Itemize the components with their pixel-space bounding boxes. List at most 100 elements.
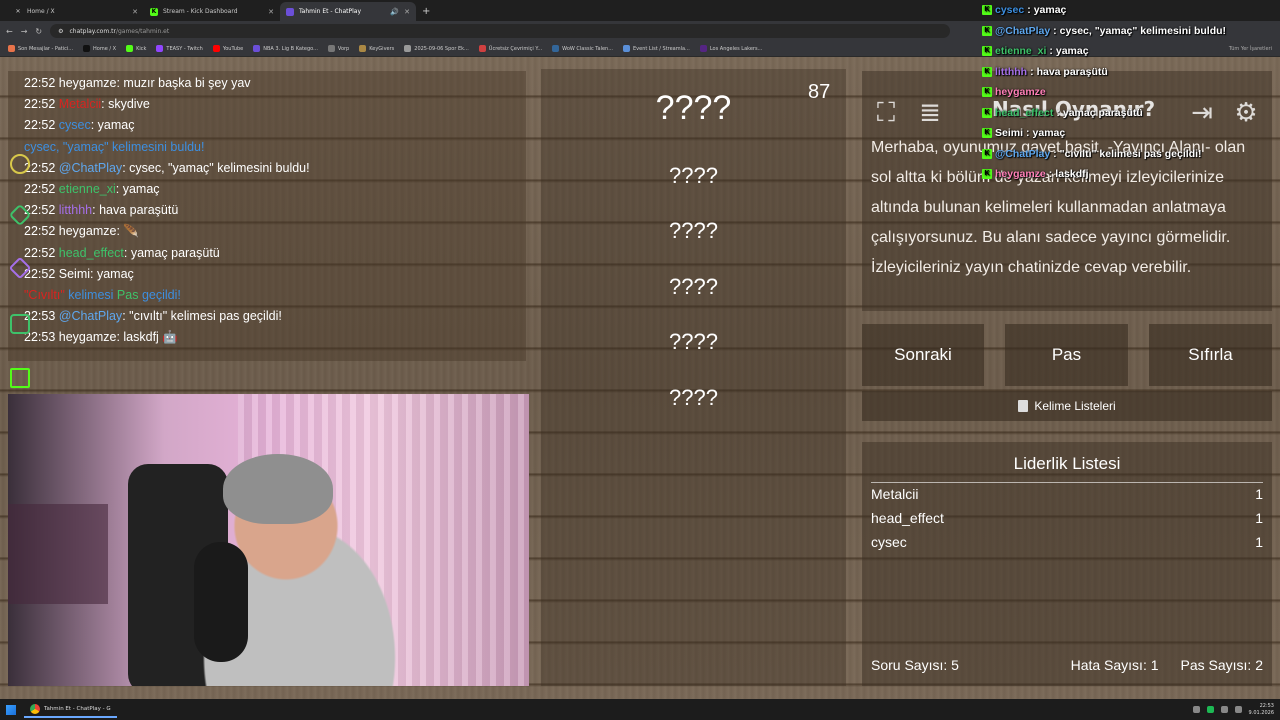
message-text: yamaç xyxy=(122,182,160,197)
message-username[interactable]: heygamze xyxy=(59,330,117,344)
message-username[interactable]: etienne_xi xyxy=(59,182,116,196)
tab-home-x[interactable]: ✕ Home / X ✕ xyxy=(8,2,144,21)
bookmark-item[interactable]: NBA 3. Lig B Katego... xyxy=(253,45,318,52)
leaderboard-title: Liderlik Listesi xyxy=(1013,454,1121,473)
chat-message: 22:52 heygamze: 🪶 xyxy=(24,224,139,239)
volume-icon[interactable] xyxy=(1234,706,1242,713)
overlay-username: etienne_xi xyxy=(995,45,1047,57)
reload-icon[interactable]: ↻ xyxy=(35,27,42,36)
bookmark-favicon-icon xyxy=(478,45,486,52)
bookmark-item[interactable]: Home / X xyxy=(83,45,116,52)
bookmark-item[interactable]: Ücretsiz Çevrimiçi Y... xyxy=(478,45,542,52)
overlay-message: Kcysec : yamaç xyxy=(982,0,1280,21)
message-username[interactable]: head_effect xyxy=(59,246,124,260)
overlay-text: cysec, "yamaç" kelimesini buldu! xyxy=(1059,24,1227,37)
bookmark-item[interactable]: Los Angeles Lakers... xyxy=(699,45,763,52)
bookmark-label: Los Angeles Lakers... xyxy=(709,45,763,52)
message-username[interactable]: cysec xyxy=(59,118,91,132)
pass-button[interactable]: Pas xyxy=(1005,324,1128,386)
fullscreen-icon[interactable]: ⛶ xyxy=(870,97,902,129)
notes-icon[interactable]: ≣ xyxy=(914,97,946,129)
speaker-icon[interactable]: 🔊 xyxy=(390,8,399,16)
message-username[interactable]: litthhh xyxy=(59,203,92,217)
tab-label: Home / X xyxy=(27,8,55,15)
close-icon[interactable]: ✕ xyxy=(268,8,274,16)
system-message-part: kelimesi xyxy=(64,288,117,303)
bookmark-item[interactable]: WoW Classic Talen... xyxy=(552,45,613,52)
forbidden-word: ???? xyxy=(669,163,718,188)
overlay-text: "cıvıltı" kelimesi pas geçildi! xyxy=(1059,147,1202,160)
chat-message: 22:52 etienne_xi: yamaç xyxy=(24,182,160,197)
windows-start-icon[interactable] xyxy=(6,704,16,715)
message-username[interactable]: @ChatPlay xyxy=(59,309,122,323)
next-button[interactable]: Sonraki xyxy=(862,324,984,386)
bookmark-favicon-icon xyxy=(699,45,707,52)
bookmark-item[interactable]: 2025-09-06 Spor Ek... xyxy=(404,45,469,52)
overlay-text: yamaç xyxy=(1033,4,1067,16)
chat-message: cysec, "yamaç" kelimesini buldu! xyxy=(24,137,510,158)
new-tab-icon[interactable]: + xyxy=(422,6,430,17)
forbidden-word: ???? xyxy=(669,385,718,410)
system-message-part: geçildi! xyxy=(138,288,181,303)
overlay-message: K Seimi : yamaç xyxy=(982,123,1280,144)
message-text: yamaç xyxy=(96,266,134,281)
overlay-text: yamaç paraşütü xyxy=(1062,106,1143,119)
forbidden-word: ???? xyxy=(669,218,718,243)
bookmark-favicon-icon xyxy=(212,45,220,52)
bookmark-item[interactable]: TEASY - Twitch xyxy=(156,45,203,52)
bookmark-favicon-icon xyxy=(8,45,15,52)
bookmark-item[interactable]: Vorp xyxy=(327,45,349,52)
message-username[interactable]: heygamze xyxy=(59,76,117,90)
overlay-text: hava paraşütü xyxy=(1036,65,1108,78)
taskbar-app-chrome[interactable]: Tahmin Et - ChatPlay - G xyxy=(24,701,117,718)
clock-time: 22:53 xyxy=(1259,702,1274,709)
spotify-icon[interactable] xyxy=(1206,706,1214,713)
back-icon[interactable]: ← xyxy=(6,27,13,36)
windows-taskbar: Tahmin Et - ChatPlay - G 22:53 9.01.2026 xyxy=(0,699,1280,720)
message-time: 22:52 xyxy=(24,182,56,197)
tab-label: Tahmin Et - ChatPlay xyxy=(299,8,362,15)
document-icon xyxy=(1018,400,1029,412)
leaderboard-row: cysec 1 xyxy=(871,534,1263,550)
message-text: yamaç paraşütü xyxy=(130,245,220,260)
site-info-icon[interactable]: ⚙ xyxy=(58,28,63,35)
clock[interactable]: 22:53 9.01.2026 xyxy=(1249,703,1274,717)
tab-kick-dashboard[interactable]: K Stream - Kick Dashboard ✕ xyxy=(144,2,280,21)
network-icon[interactable] xyxy=(1220,706,1228,713)
overlay-message: Kheygamze xyxy=(982,82,1280,103)
overlay-username: @ChatPlay xyxy=(995,147,1051,160)
bookmark-favicon-icon xyxy=(404,45,412,52)
message-time: 22:52 xyxy=(24,245,56,260)
chevron-up-icon[interactable] xyxy=(1192,706,1200,713)
bookmark-item[interactable]: Son Mesajlar - Patici... xyxy=(8,45,73,52)
heart-badge-icon xyxy=(10,314,30,334)
message-text: laskdfj 🤖 xyxy=(123,330,178,345)
tab-chatplay[interactable]: Tahmin Et - ChatPlay 🔊 ✕ xyxy=(280,2,416,21)
message-text: yamaç xyxy=(97,118,135,133)
bookmark-item[interactable]: Event List / Streamla... xyxy=(623,45,690,52)
bookmark-item[interactable]: Kick xyxy=(126,45,146,52)
overlay-message: Kheygamze : laskdfj xyxy=(982,164,1280,185)
close-icon[interactable]: ✕ xyxy=(132,8,138,16)
word-lists-label: Kelime Listeleri xyxy=(1034,399,1116,413)
url-input[interactable]: ⚙ chatplay.com.tr/games/tahmin.et xyxy=(50,24,951,38)
chatplay-icon xyxy=(286,7,294,16)
overlay-username: litthhh xyxy=(995,65,1028,78)
message-username[interactable]: Metalcii xyxy=(59,97,101,111)
forward-icon[interactable]: → xyxy=(21,27,28,36)
bookmark-item[interactable]: YouTube xyxy=(212,45,243,52)
message-username[interactable]: heygamze xyxy=(59,224,117,238)
overlay-username: @ChatPlay xyxy=(995,24,1051,37)
bookmark-item[interactable]: KeyGivers xyxy=(359,45,394,52)
overlay-message: K @ChatPlay : cysec, "yamaç" kelimesini b… xyxy=(982,21,1280,42)
message-username[interactable]: @ChatPlay xyxy=(59,161,122,175)
message-username[interactable]: Seimi xyxy=(59,267,90,281)
close-icon[interactable]: ✕ xyxy=(404,8,410,16)
reset-button[interactable]: Sıfırla xyxy=(1149,324,1272,386)
overlay-message: Ketienne_xi : yamaç xyxy=(982,41,1280,62)
kick-icon: K xyxy=(982,5,992,16)
word-lists-button[interactable]: Kelime Listeleri xyxy=(862,391,1272,421)
taskbar-app-label: Tahmin Et - ChatPlay - G xyxy=(44,705,111,712)
message-text: "cıvıltı" kelimesi pas geçildi! xyxy=(129,309,282,324)
bookmark-favicon-icon xyxy=(552,45,560,52)
